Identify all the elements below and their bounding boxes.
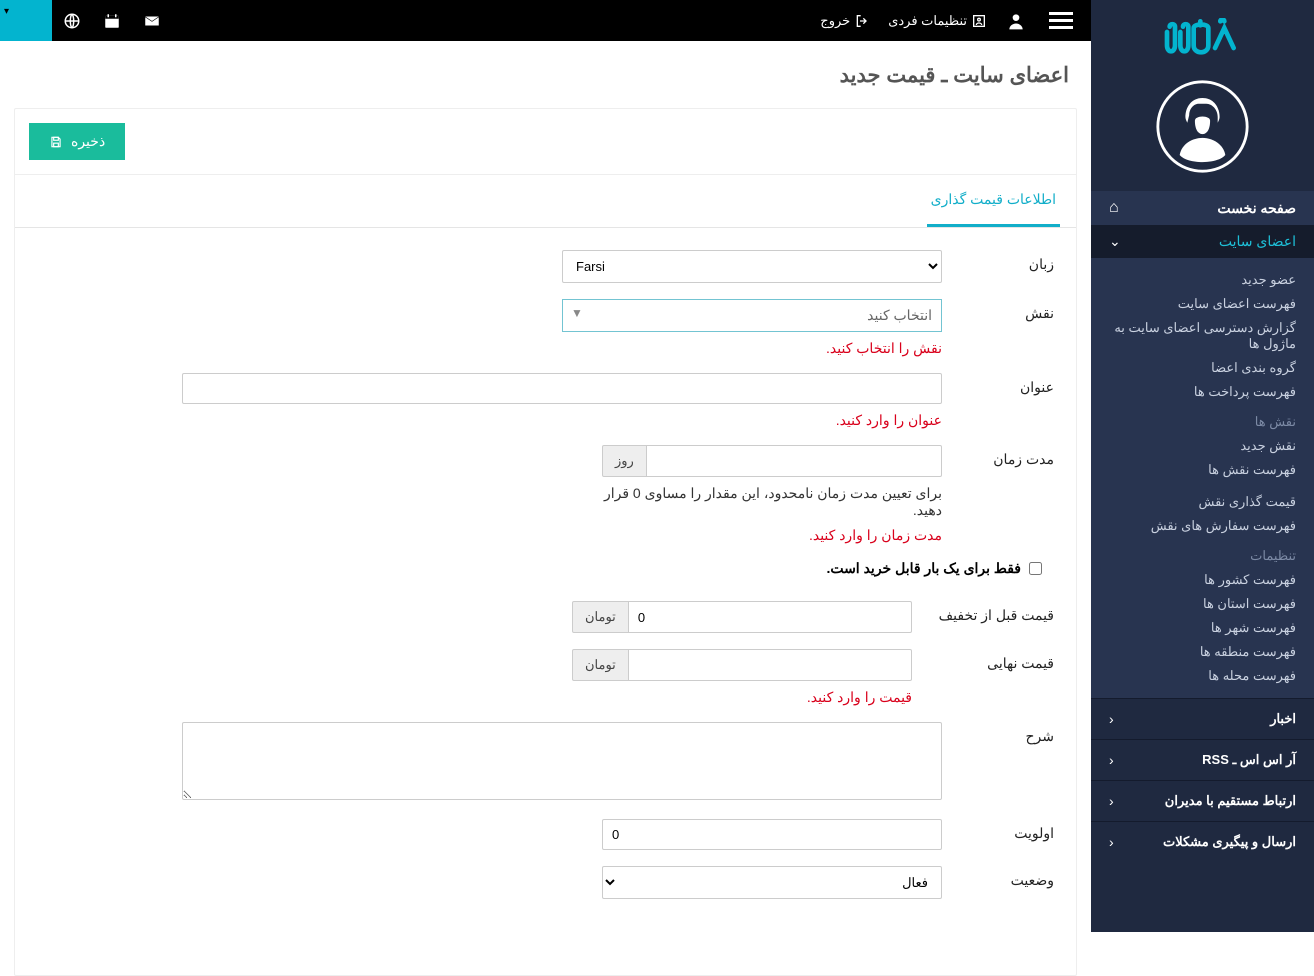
title-input[interactable] [182,373,942,404]
nav-members-label: اعضای سایت [1219,233,1296,250]
chevron-left-icon: ‹ [1109,752,1114,768]
logo [1091,0,1314,71]
dropdown-arrow-icon: ▼ [571,306,583,320]
chevron-left-icon: ‹ [1109,834,1114,850]
price-final-input[interactable] [629,649,912,681]
calendar-icon[interactable] [92,0,132,41]
sub-heading: نقش ها [1091,404,1314,434]
nav-members-head[interactable]: اعضای سایت ⌄ [1091,225,1314,258]
once-checkbox[interactable] [1029,562,1042,575]
nav-item[interactable]: اخبار ‹ [1091,698,1314,739]
topbar: تنظیمات فردی خروج [0,0,1091,41]
home-icon: ⌂ [1109,199,1119,217]
label-language: زبان [954,250,1054,273]
nav-item[interactable]: ارتباط مستقیم با مدیران ‹ [1091,780,1314,821]
tab-pricing-info[interactable]: اطلاعات قیمت گذاری [927,175,1060,227]
menu-toggle-icon[interactable] [1049,8,1073,33]
currency-addon: تومان [572,649,629,681]
sub-item[interactable]: گزارش دسترسی اعضای سایت به ماژول ها [1091,316,1314,356]
duration-input[interactable] [647,445,942,477]
language-switcher[interactable] [0,0,52,41]
personal-settings-link[interactable]: تنظیمات فردی [888,13,987,29]
nav-item[interactable]: آر اس اس ـ RSS ‹ [1091,739,1314,780]
sub-item[interactable]: فهرست پرداخت ها [1091,380,1314,404]
price-before-input[interactable] [629,601,912,633]
sub-item[interactable]: فهرست سفارش های نقش [1091,514,1314,538]
nav-item[interactable]: ارسال و پیگیری مشکلات ‹ [1091,821,1314,862]
duration-hint: برای تعیین مدت زمان نامحدود، این مقدار ر… [602,485,942,519]
currency-addon: تومان [572,601,629,633]
label-price-before: قیمت قبل از تخفیف [924,601,1054,624]
sub-item[interactable]: نقش جدید [1091,434,1314,458]
label-price-final: قیمت نهایی [924,649,1054,672]
sub-item[interactable]: گروه بندی اعضا [1091,356,1314,380]
sub-item[interactable]: فهرست منطقه ها [1091,640,1314,664]
save-button[interactable]: ذخیره [29,123,125,160]
form-card: ذخیره اطلاعات قیمت گذاری زبان Farsi [14,108,1077,976]
label-duration: مدت زمان [954,445,1054,468]
role-select[interactable]: انتخاب کنید ▼ [562,299,942,332]
save-icon [49,135,63,149]
mail-icon[interactable] [132,0,172,41]
globe-icon[interactable] [52,0,92,41]
page: اعضای سایت ـ قیمت جدید ذخیره اطلاعات قیم… [0,0,1091,976]
sub-item[interactable]: قیمت گذاری نقش [1091,490,1314,514]
logout-link[interactable]: خروج [820,13,870,29]
sub-item[interactable]: عضو جدید [1091,268,1314,292]
sub-item[interactable]: فهرست اعضای سایت [1091,292,1314,316]
sub-item[interactable]: فهرست شهر ها [1091,616,1314,640]
language-select[interactable]: Farsi [562,250,942,283]
label-priority: اولویت [954,819,1054,842]
description-textarea[interactable] [182,722,942,800]
sidebar: صفحه نخست ⌂ اعضای سایت ⌄ عضو جدید فهرست … [1091,0,1314,932]
nav-home-label: صفحه نخست [1217,200,1296,217]
sub-item[interactable]: فهرست نقش ها [1091,458,1314,482]
user-icon[interactable] [1005,10,1027,32]
page-title: اعضای سایت ـ قیمت جدید [0,41,1091,108]
chevron-left-icon: ‹ [1109,793,1114,809]
sub-item[interactable]: فهرست کشور ها [1091,568,1314,592]
label-desc: شرح [954,722,1054,745]
price-error: قیمت را وارد کنید. [572,689,912,706]
avatar [1091,71,1314,191]
chevron-left-icon: ‹ [1109,711,1114,727]
label-role: نقش [954,299,1054,322]
duration-addon: روز [602,445,647,477]
label-status: وضعیت [954,866,1054,889]
duration-error: مدت زمان را وارد کنید. [602,527,942,544]
title-error: عنوان را وارد کنید. [182,412,942,429]
tabs: اطلاعات قیمت گذاری [15,175,1076,228]
sub-heading: تنظیمات [1091,538,1314,568]
once-checkbox-label[interactable]: فقط برای یک بار قابل خرید است. [826,560,1042,577]
label-title: عنوان [954,373,1054,396]
chevron-down-icon: ⌄ [1109,233,1121,250]
priority-input[interactable] [602,819,942,850]
nav-members-submenu: عضو جدید فهرست اعضای سایت گزارش دسترسی ا… [1091,258,1314,698]
nav-home[interactable]: صفحه نخست ⌂ [1091,191,1314,225]
sub-item[interactable]: فهرست محله ها [1091,664,1314,688]
sub-item[interactable]: فهرست استان ها [1091,592,1314,616]
role-error: نقش را انتخاب کنید. [562,340,942,357]
status-select[interactable]: فعال [602,866,942,899]
